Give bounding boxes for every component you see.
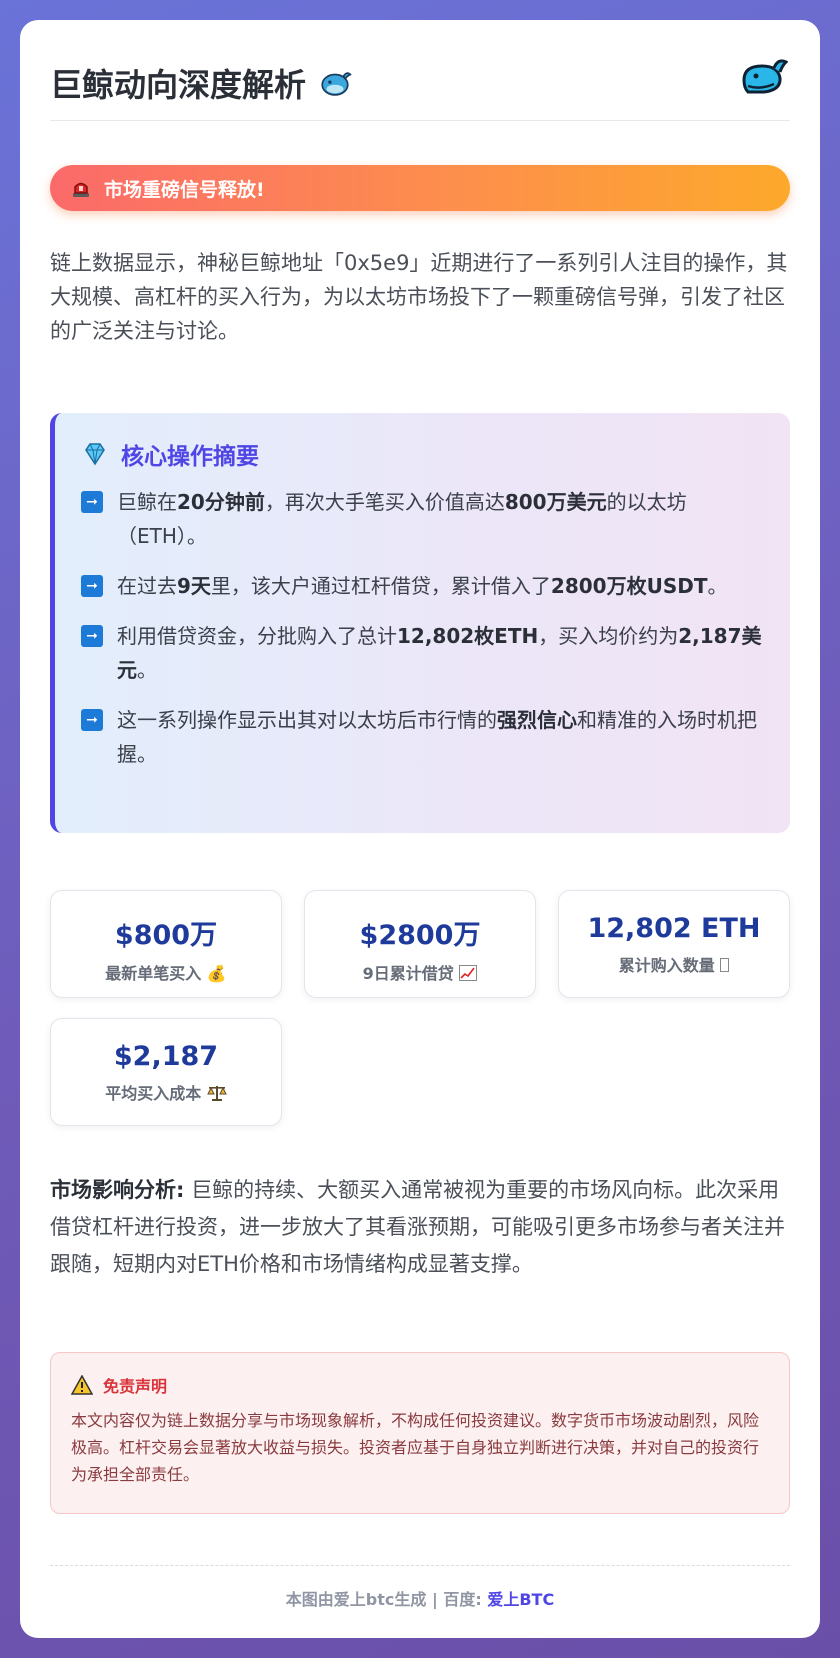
stat-value: 12,802 ETH bbox=[587, 913, 761, 944]
arrow-right-icon: ➞ bbox=[81, 709, 103, 731]
core-summary-panel: 核心操作摘要 ➞ 巨鲸在20分钟前，再次大手笔买入价值高达800万美元的以太坊（… bbox=[50, 413, 790, 833]
list-item: ➞ 利用借贷资金，分批购入了总计12,802枚ETH，买入均价约为2,187美元… bbox=[81, 619, 764, 687]
signal-alert-banner: 市场重磅信号释放! bbox=[50, 165, 790, 211]
whale-logo-icon bbox=[742, 59, 788, 94]
market-impact-paragraph: 市场影响分析: 巨鲸的持续、大额买入通常被视为重要的市场风向标。此次采用借贷杠杆… bbox=[50, 1172, 790, 1283]
chart-up-icon bbox=[459, 965, 478, 981]
list-item-text: 巨鲸在20分钟前，再次大手笔买入价值高达800万美元的以太坊（ETH）。 bbox=[117, 490, 687, 548]
stat-label: 平均买入成本 bbox=[51, 1080, 281, 1104]
alert-text: 市场重磅信号释放! bbox=[104, 178, 265, 201]
scale-icon bbox=[206, 1086, 227, 1101]
disclaimer-title: 免责声明 bbox=[103, 1377, 168, 1396]
header: 巨鲸动向深度解析 bbox=[50, 20, 790, 121]
page-title-text: 巨鲸动向深度解析 bbox=[50, 66, 307, 104]
stat-label: 最新单笔买入 💰 bbox=[105, 964, 227, 983]
stat-card-eth-amount: 12,802 ETH 累计购入数量 bbox=[558, 890, 790, 998]
stat-card-avg-cost: $2,187 平均买入成本 bbox=[50, 1018, 282, 1126]
list-item-text: 在过去9天里，该大户通过杠杆借贷，累计借入了2800万枚USDT。 bbox=[117, 574, 728, 598]
stat-value: $2,187 bbox=[113, 1041, 219, 1072]
page-title: 巨鲸动向深度解析 bbox=[50, 60, 352, 106]
disclaimer-header: 免责声明 bbox=[71, 1373, 769, 1397]
footer-text: 本图由爱上btc生成 | 百度: bbox=[285, 1590, 482, 1609]
arrow-right-icon: ➞ bbox=[81, 625, 103, 647]
impact-label: 市场影响分析: bbox=[50, 1178, 185, 1202]
warning-icon bbox=[71, 1375, 93, 1395]
gem-icon bbox=[85, 443, 105, 466]
whale-icon bbox=[321, 72, 352, 96]
stat-card-latest-buy: $800万 最新单笔买入 💰 bbox=[50, 890, 282, 998]
summary-title: 核心操作摘要 bbox=[121, 444, 259, 470]
list-item-text: 这一系列操作显示出其对以太坊后市行情的强烈信心和精准的入场时机把握。 bbox=[117, 708, 757, 766]
list-item: ➞ 巨鲸在20分钟前，再次大手笔买入价值高达800万美元的以太坊（ETH）。 bbox=[81, 485, 764, 553]
stat-value: $2800万 bbox=[359, 920, 481, 951]
disclaimer-box: 免责声明 本文内容仅为链上数据分享与市场现象解析，不构成任何投资建议。数字货币市… bbox=[50, 1352, 790, 1514]
list-item: ➞ 在过去9天里，该大户通过杠杆借贷，累计借入了2800万枚USDT。 bbox=[81, 569, 764, 603]
footer: 本图由爱上btc生成 | 百度: 爱上BTC bbox=[50, 1565, 790, 1610]
intro-paragraph: 链上数据显示，神秘巨鲸地址「0x5e9」近期进行了一系列引人注目的操作，其大规模… bbox=[50, 251, 788, 343]
summary-list: ➞ 巨鲸在20分钟前，再次大手笔买入价值高达800万美元的以太坊（ETH）。 ➞… bbox=[81, 485, 764, 771]
stat-label: 9日累计借贷 bbox=[305, 960, 535, 984]
missing-glyph-icon bbox=[720, 958, 730, 972]
stat-value: $800万 bbox=[114, 920, 218, 951]
main-card: 巨鲸动向深度解析 市场重磅信号释放! 链上数据显示，神秘巨鲸地址「0x5e9」近… bbox=[20, 20, 820, 1638]
list-item: ➞ 这一系列操作显示出其对以太坊后市行情的强烈信心和精准的入场时机把握。 bbox=[81, 703, 764, 771]
footer-link[interactable]: 爱上BTC bbox=[487, 1590, 554, 1609]
summary-header: 核心操作摘要 bbox=[81, 437, 764, 471]
disclaimer-text: 本文内容仅为链上数据分享与市场现象解析，不构成任何投资建议。数字货币市场波动剧烈… bbox=[71, 1411, 760, 1484]
arrow-right-icon: ➞ bbox=[81, 491, 103, 513]
siren-icon bbox=[73, 182, 89, 197]
list-item-text: 利用借贷资金，分批购入了总计12,802枚ETH，买入均价约为2,187美元。 bbox=[117, 624, 762, 682]
stat-card-total-borrow: $2800万 9日累计借贷 bbox=[304, 890, 536, 998]
stat-label: 累计购入数量 bbox=[559, 952, 789, 976]
arrow-right-icon: ➞ bbox=[81, 575, 103, 597]
money-bag-icon: 💰 bbox=[206, 964, 227, 983]
